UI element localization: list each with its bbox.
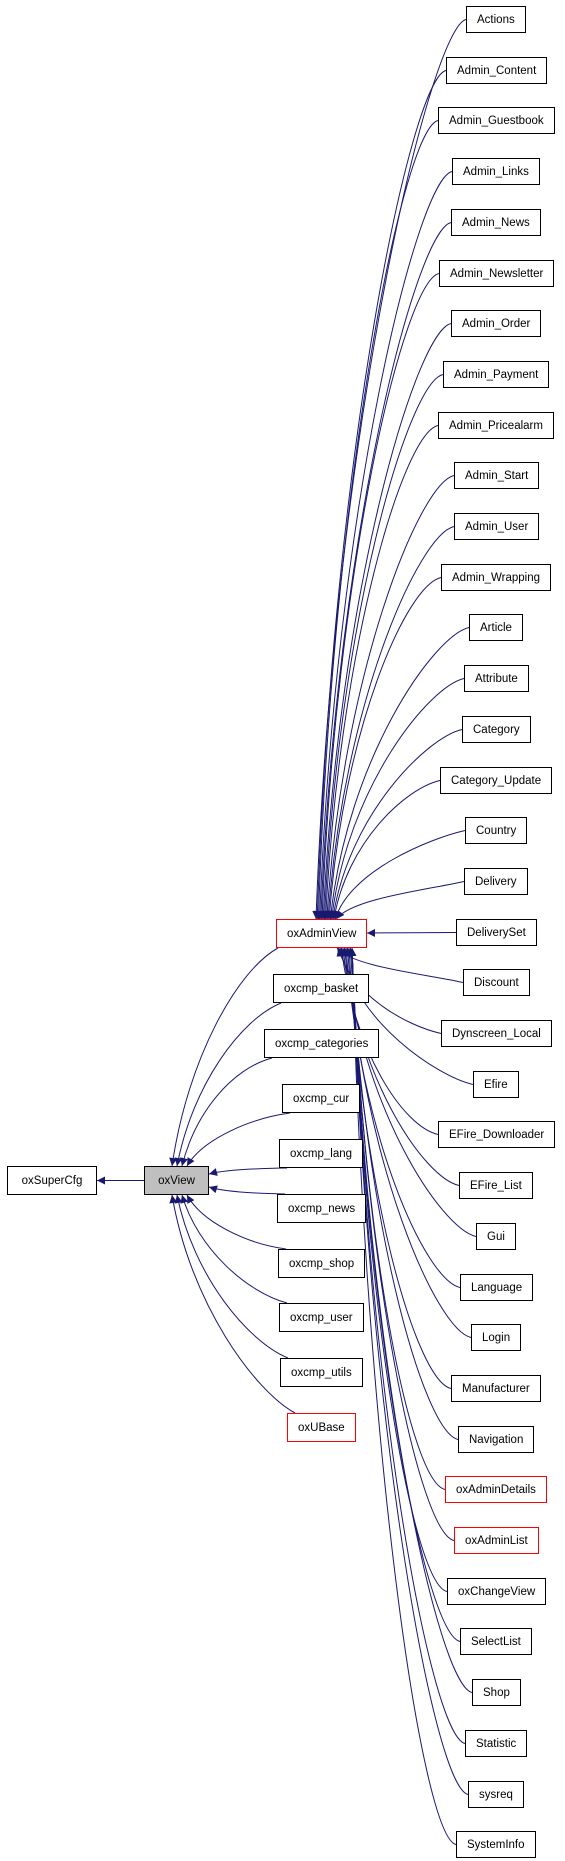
edge-admin-payment-to-oxadminview (320, 374, 444, 920)
edge-oxcmp-shop-to-oxview (186, 1194, 287, 1250)
edge-admin-order-to-oxadminview (319, 323, 452, 920)
edge-oxcmp-user-to-oxview (180, 1194, 288, 1304)
class-node-selectlist[interactable]: SelectList (460, 1628, 532, 1655)
class-node-manufacturer[interactable]: Manufacturer (451, 1375, 541, 1402)
edge-oxcmp-lang-to-oxview (208, 1167, 288, 1176)
class-node-admin-news[interactable]: Admin_News (451, 209, 541, 236)
class-node-category[interactable]: Category (462, 716, 531, 743)
class-node-systeminfo[interactable]: SystemInfo (456, 1831, 536, 1858)
class-node-admin-newsletter[interactable]: Admin_Newsletter (439, 260, 555, 287)
class-node-oxcmp-basket[interactable]: oxcmp_basket (273, 974, 370, 1003)
edge-admin-guestbook-to-oxadminview (314, 120, 439, 920)
class-node-delivery[interactable]: Delivery (464, 868, 528, 895)
class-node-oxadminlist[interactable]: oxAdminList (454, 1527, 539, 1554)
class-node-admin-links[interactable]: Admin_Links (452, 158, 540, 185)
class-node-efire-list[interactable]: EFire_List (459, 1172, 533, 1199)
class-node-sysreq[interactable]: sysreq (468, 1781, 524, 1808)
edge-oxcmp-basket-to-oxview (174, 1002, 282, 1167)
class-node-shop[interactable]: Shop (472, 1679, 521, 1706)
class-node-dynscreen-local[interactable]: Dynscreen_Local (441, 1020, 552, 1047)
class-node-gui[interactable]: Gui (476, 1223, 516, 1250)
class-node-oxadminview[interactable]: oxAdminView (276, 919, 368, 948)
edge-oxcmp-categories-to-oxview (180, 1057, 273, 1167)
class-node-admin-payment[interactable]: Admin_Payment (443, 361, 550, 388)
class-node-deliveryset[interactable]: DeliverySet (456, 919, 537, 946)
class-node-language[interactable]: Language (460, 1274, 534, 1301)
class-node-navigation[interactable]: Navigation (458, 1426, 535, 1453)
class-node-admin-guestbook[interactable]: Admin_Guestbook (438, 107, 555, 134)
edge-oxcmp-cur-to-oxview (186, 1112, 291, 1167)
class-node-oxcmp-news[interactable]: oxcmp_news (277, 1194, 367, 1223)
class-node-efire[interactable]: Efire (473, 1071, 519, 1098)
class-node-admin-wrapping[interactable]: Admin_Wrapping (441, 564, 552, 591)
class-node-statistic[interactable]: Statistic (465, 1730, 528, 1757)
edge-category-update-to-oxadminview (331, 780, 441, 920)
class-node-oxcmp-lang[interactable]: oxcmp_lang (279, 1139, 364, 1168)
edge-country-to-oxadminview (333, 830, 466, 920)
class-node-admin-order[interactable]: Admin_Order (451, 310, 542, 337)
class-node-actions[interactable]: Actions (466, 6, 526, 33)
class-node-admin-pricealarm[interactable]: Admin_Pricealarm (438, 412, 554, 439)
class-node-oxsupercfg[interactable]: oxSuperCfg (7, 1166, 97, 1195)
class-node-oxview[interactable]: oxView (144, 1166, 209, 1195)
class-node-oxcmp-shop[interactable]: oxcmp_shop (278, 1249, 366, 1278)
edge-efire-to-oxadminview (337, 947, 474, 1085)
edge-attribute-to-oxadminview (328, 678, 465, 920)
class-node-category-update[interactable]: Category_Update (440, 767, 553, 794)
class-node-oxcmp-utils[interactable]: oxcmp_utils (280, 1358, 363, 1387)
edge-oxcmp-news-to-oxview (208, 1185, 286, 1195)
class-node-oxubase[interactable]: oxUBase (287, 1413, 356, 1442)
class-node-oxcmp-categories[interactable]: oxcmp_categories (264, 1029, 380, 1058)
class-node-admin-start[interactable]: Admin_Start (454, 462, 540, 489)
edge-oxcmp-utils-to-oxview (174, 1194, 289, 1359)
edge-sysreq-to-oxadminview (348, 947, 469, 1795)
class-node-login[interactable]: Login (471, 1324, 522, 1351)
class-node-article[interactable]: Article (469, 614, 523, 641)
class-node-admin-content[interactable]: Admin_Content (446, 57, 548, 84)
edge-oxubase-to-oxview (169, 1194, 296, 1414)
class-node-oxadmindetails[interactable]: oxAdminDetails (445, 1476, 547, 1503)
class-node-attribute[interactable]: Attribute (464, 665, 529, 692)
class-node-oxchangeview[interactable]: oxChangeView (447, 1578, 547, 1605)
class-node-oxcmp-user[interactable]: oxcmp_user (279, 1303, 364, 1332)
edge-deliveryset-to-oxadminview (366, 928, 457, 937)
class-node-admin-user[interactable]: Admin_User (454, 513, 540, 540)
class-node-discount[interactable]: Discount (463, 969, 530, 996)
class-node-efire-downloader[interactable]: EFire_Downloader (438, 1121, 556, 1148)
class-node-country[interactable]: Country (465, 817, 528, 844)
class-node-oxcmp-cur[interactable]: oxcmp_cur (282, 1084, 361, 1113)
